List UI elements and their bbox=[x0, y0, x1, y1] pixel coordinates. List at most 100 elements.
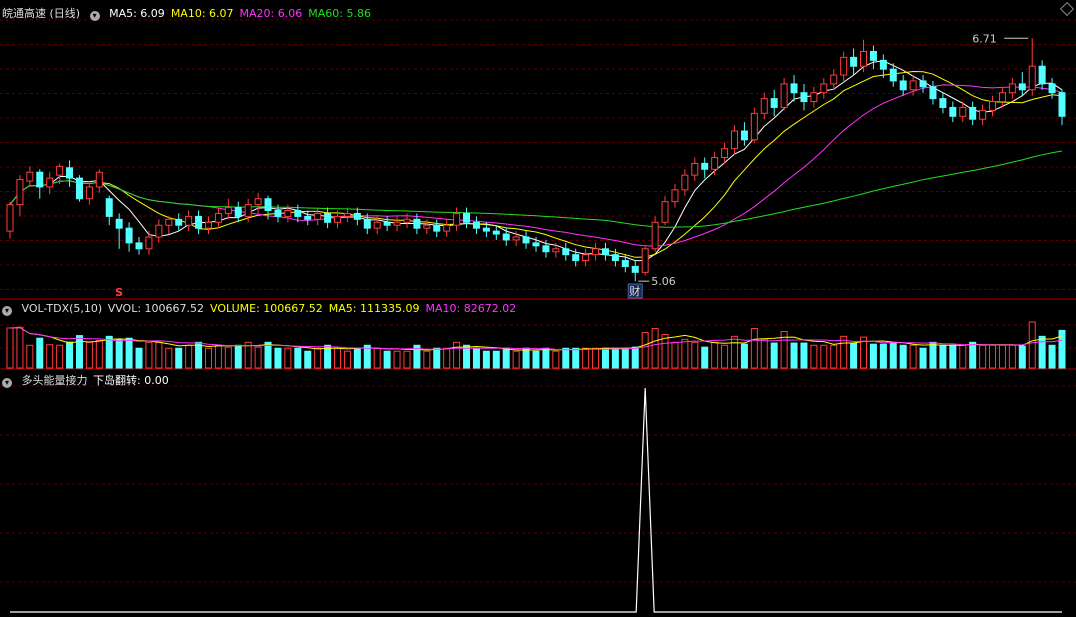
sig-label-0: 下岛翻转: 0.00 bbox=[93, 374, 169, 387]
candle-body bbox=[6, 204, 14, 232]
candle-body bbox=[145, 236, 153, 250]
candle-body bbox=[691, 162, 699, 176]
volume-panel[interactable]: ▾ VOL-TDX(5,10) VVOL: 100667.52 VOLUME: 1… bbox=[0, 300, 1076, 370]
candle-body bbox=[899, 80, 907, 91]
candle-body bbox=[363, 218, 371, 229]
volume-bar bbox=[691, 341, 699, 369]
candle-body bbox=[721, 148, 729, 159]
volume-bar bbox=[850, 342, 858, 369]
volume-title: VOL-TDX(5,10) bbox=[21, 302, 103, 315]
candle-body bbox=[959, 106, 967, 117]
volume-bar bbox=[443, 347, 451, 369]
candle-body bbox=[294, 210, 302, 217]
candle-body bbox=[800, 92, 808, 103]
ma-label-2: MA20: 6.06 bbox=[239, 7, 303, 20]
low-price-label: 5.06 bbox=[651, 275, 676, 288]
volume-bar bbox=[423, 350, 431, 369]
candle-body bbox=[810, 92, 818, 103]
indicator-toggle-icon[interactable]: ▾ bbox=[2, 378, 12, 388]
candle-body bbox=[651, 221, 659, 250]
volume-bar bbox=[314, 347, 322, 369]
volume-bar bbox=[224, 346, 232, 369]
volume-bar bbox=[979, 344, 987, 369]
volume-bar bbox=[334, 347, 342, 369]
volume-bar bbox=[185, 344, 193, 369]
candle-body bbox=[939, 98, 947, 108]
candle-body bbox=[26, 171, 34, 182]
indicator-toggle-icon[interactable]: ▾ bbox=[89, 11, 100, 21]
candle-body bbox=[185, 215, 193, 226]
signal-panel[interactable]: ▾ 多头能量接力 下岛翻转: 0.00 bbox=[0, 370, 1076, 617]
volume-bar bbox=[6, 327, 14, 369]
candle-body bbox=[254, 198, 262, 206]
volume-bar bbox=[343, 350, 351, 369]
candle-body bbox=[413, 218, 421, 229]
candle-body bbox=[463, 212, 471, 223]
volume-bar bbox=[899, 344, 907, 369]
volume-bar bbox=[830, 344, 838, 369]
signal-chart[interactable] bbox=[0, 370, 1076, 617]
candle-body bbox=[66, 167, 74, 179]
candle-body bbox=[790, 83, 798, 94]
candlestick-chart[interactable]: 6.71 5.06 S 财 bbox=[0, 0, 1076, 300]
volume-bar bbox=[760, 338, 768, 369]
candle-body bbox=[36, 171, 44, 188]
candle-body bbox=[621, 260, 629, 267]
volume-bar bbox=[1028, 321, 1036, 369]
volume-bar bbox=[601, 347, 609, 369]
volume-bar bbox=[681, 338, 689, 369]
price-panel[interactable]: 皖通高速 (日线) ▾ MA5: 6.09 MA10: 6.07 MA20: 6.0… bbox=[0, 0, 1076, 300]
candle-body bbox=[16, 179, 24, 206]
volume-bar bbox=[552, 350, 560, 369]
candle-body bbox=[115, 218, 123, 229]
candle-body bbox=[204, 221, 212, 229]
volume-bar bbox=[26, 344, 34, 369]
volume-bar bbox=[869, 343, 877, 369]
volume-bar bbox=[810, 344, 818, 369]
volume-bar bbox=[135, 347, 143, 369]
volume-bar bbox=[155, 341, 163, 369]
volume-bar bbox=[66, 341, 74, 369]
candle-body bbox=[562, 248, 570, 256]
signal-title: 多头能量接力 bbox=[21, 374, 88, 387]
candle-body bbox=[135, 242, 143, 250]
candle-body bbox=[165, 218, 173, 226]
candle-body bbox=[989, 101, 997, 111]
volume-bar bbox=[125, 337, 133, 369]
indicator-toggle-icon[interactable]: ▾ bbox=[2, 306, 12, 316]
candle-body bbox=[304, 215, 312, 220]
candle-body bbox=[522, 236, 530, 244]
volume-bar bbox=[393, 350, 401, 369]
volume-bar bbox=[373, 347, 381, 369]
ma-label-0: MA5: 6.09 bbox=[109, 7, 165, 20]
candle-body bbox=[661, 201, 669, 223]
finance-marker: 财 bbox=[629, 284, 640, 298]
candle-body bbox=[820, 83, 828, 94]
volume-bar bbox=[631, 346, 639, 369]
volume-bar bbox=[711, 341, 719, 369]
volume-header: ▾ VOL-TDX(5,10) VVOL: 100667.52 VOLUME: 1… bbox=[2, 302, 528, 316]
volume-bar bbox=[651, 328, 659, 369]
candle-body bbox=[681, 174, 689, 191]
volume-bar bbox=[304, 350, 312, 369]
candle-body bbox=[671, 189, 679, 203]
candle-body bbox=[274, 210, 282, 217]
volume-bar bbox=[840, 335, 848, 369]
volume-bar bbox=[115, 339, 123, 369]
ma-label-3: MA60: 5.86 bbox=[308, 7, 371, 20]
volume-bar bbox=[701, 346, 709, 369]
candle-body bbox=[56, 165, 64, 176]
candle-body bbox=[492, 230, 500, 235]
candle-body bbox=[770, 98, 778, 108]
candle-body bbox=[592, 248, 600, 256]
candle-body bbox=[532, 242, 540, 247]
volume-bar bbox=[254, 346, 262, 369]
volume-bar bbox=[800, 342, 808, 369]
volume-bar bbox=[959, 344, 967, 369]
candle-body bbox=[572, 254, 580, 262]
volume-bar bbox=[284, 347, 292, 369]
volume-bar bbox=[264, 341, 272, 369]
candle-body bbox=[601, 248, 609, 256]
sell-marker: S bbox=[115, 286, 123, 299]
candle-body bbox=[343, 212, 351, 217]
